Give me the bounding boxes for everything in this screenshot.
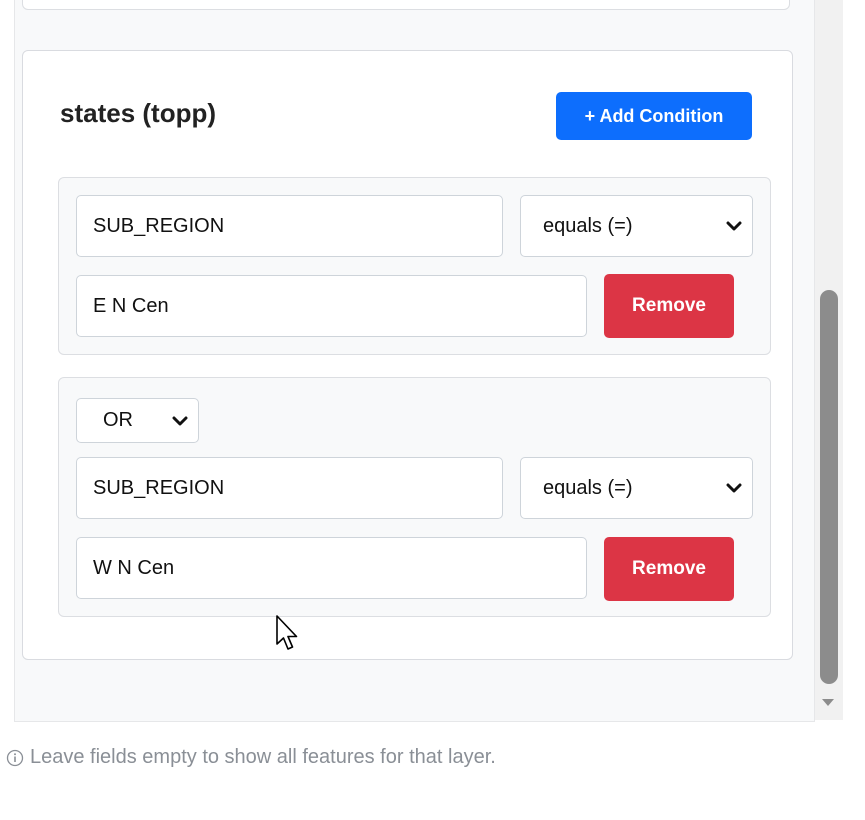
logic-select[interactable]: OR <box>76 398 199 443</box>
info-icon <box>6 749 24 766</box>
hint-label: Leave fields empty to show all features … <box>30 746 496 768</box>
operator-select[interactable]: equals (=) <box>520 457 753 519</box>
add-condition-button[interactable]: + Add Condition <box>556 92 752 140</box>
operator-select-value: equals (=) <box>543 476 633 499</box>
hint-text: Leave fields empty to show all features … <box>6 746 496 769</box>
operator-select[interactable]: equals (=) <box>520 195 753 257</box>
logic-select-value: OR <box>103 409 133 431</box>
value-input[interactable]: W N Cen <box>76 537 587 599</box>
chevron-down-icon <box>726 221 742 231</box>
value-input[interactable]: E N Cen <box>76 275 587 337</box>
operator-select-value: equals (=) <box>543 214 633 237</box>
previous-layer-card <box>22 0 790 10</box>
chevron-down-icon <box>726 483 742 493</box>
layer-title: states (topp) <box>60 98 216 128</box>
field-name-input[interactable]: SUB_REGION <box>76 195 503 257</box>
field-name-input[interactable]: SUB_REGION <box>76 457 503 519</box>
scrollbar-thumb[interactable] <box>820 290 838 684</box>
mouse-pointer-icon <box>276 615 298 650</box>
chevron-down-icon <box>172 416 188 425</box>
remove-condition-button[interactable]: Remove <box>604 537 734 601</box>
remove-condition-button[interactable]: Remove <box>604 274 734 338</box>
scroll-down-arrow-icon[interactable] <box>820 696 836 708</box>
